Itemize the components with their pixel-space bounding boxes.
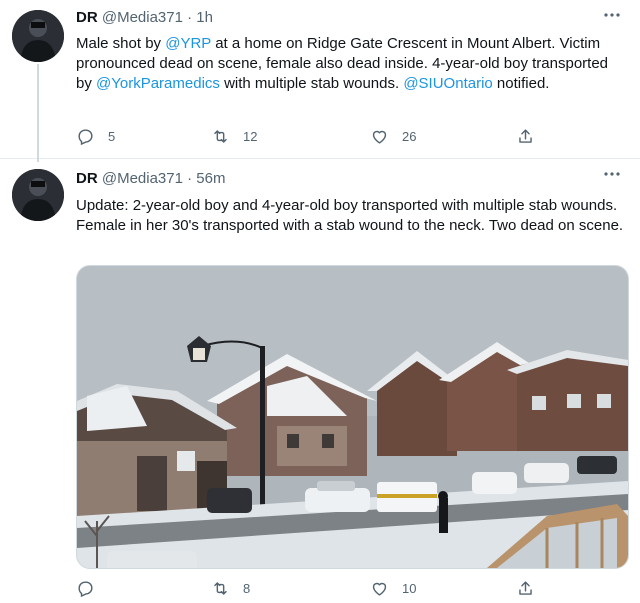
retweet-count: 8	[243, 580, 251, 596]
like-button[interactable]: 26	[370, 125, 416, 147]
reply-button[interactable]	[76, 577, 108, 599]
tweet-actions: 8 10	[76, 577, 546, 599]
avatar[interactable]	[12, 169, 64, 221]
tweet-text-segment: notified.	[492, 75, 550, 92]
heart-icon	[372, 582, 387, 596]
tweet-text-segment: with multiple stab wounds.	[219, 75, 404, 92]
retweet-count: 12	[243, 128, 258, 144]
retweet-icon	[214, 129, 227, 143]
reply-count: 5	[108, 128, 116, 144]
share-button[interactable]	[516, 577, 548, 599]
retweet-button[interactable]: 8	[211, 577, 250, 599]
mention-link[interactable]: @YRP	[165, 35, 211, 52]
tweet-text: Male shot by @YRP at a home on Ridge Gat…	[76, 34, 624, 94]
like-button[interactable]: 10	[370, 577, 416, 599]
separator: ·	[187, 170, 193, 187]
tweet-actions: 5 12 26	[76, 125, 546, 147]
like-count: 26	[402, 128, 417, 144]
heart-icon	[372, 130, 387, 144]
avatar[interactable]	[12, 10, 64, 62]
timestamp[interactable]: 1h	[196, 9, 213, 26]
share-icon	[519, 128, 532, 143]
tweet-photo[interactable]	[76, 265, 629, 569]
tweet-text: Update: 2-year-old boy and 4-year-old bo…	[76, 197, 624, 234]
like-count: 10	[402, 580, 417, 596]
share-button[interactable]	[516, 125, 548, 147]
username[interactable]: @Media371	[102, 170, 183, 187]
username[interactable]: @Media371	[102, 9, 183, 26]
tweet-header: DR @Media371 · 1h	[76, 8, 213, 28]
tweet-1[interactable]: DR @Media371 · 1h Male shot by @YRP at a…	[0, 0, 640, 162]
retweet-icon	[214, 581, 227, 595]
retweet-button[interactable]: 12	[211, 125, 257, 147]
display-name[interactable]: DR	[76, 9, 98, 26]
mention-link[interactable]: @SIUOntario	[403, 75, 492, 92]
share-icon	[519, 580, 532, 595]
more-dots-icon[interactable]	[600, 6, 624, 26]
reply-button[interactable]: 5	[76, 125, 115, 147]
tweet-2[interactable]: DR @Media371 · 56m Update: 2-year-old bo…	[0, 159, 640, 603]
thread-connector	[37, 64, 39, 162]
reply-icon	[78, 128, 93, 145]
tweet-header: DR @Media371 · 56m	[76, 169, 225, 189]
more-dots-icon[interactable]	[600, 165, 624, 185]
reply-icon	[78, 580, 93, 597]
timestamp[interactable]: 56m	[196, 170, 225, 187]
tweet-text-segment: Male shot by	[76, 35, 166, 52]
mention-link[interactable]: @YorkParamedics	[96, 75, 220, 92]
separator: ·	[187, 9, 193, 26]
display-name[interactable]: DR	[76, 170, 98, 187]
